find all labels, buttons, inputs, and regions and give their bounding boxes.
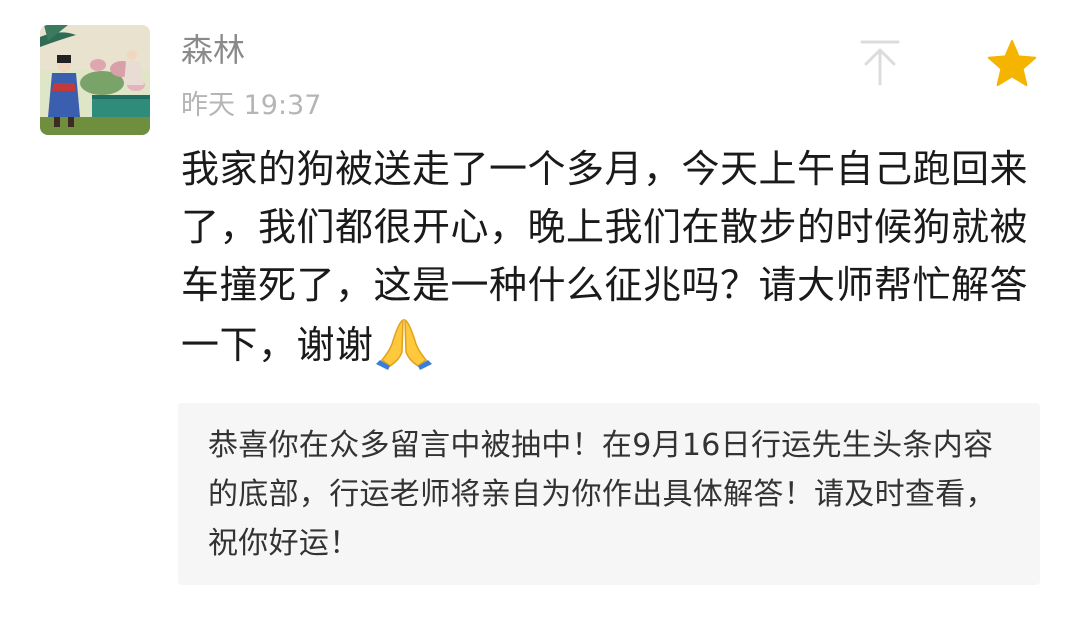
comment-body: 我家的狗被送走了一个多月，今天上午自己跑回来了，我们都很开心，晚上我们在散步的时… xyxy=(181,140,1061,374)
comment-text: 我家的狗被送走了一个多月，今天上午自己跑回来了，我们都很开心，晚上我们在散步的时… xyxy=(181,147,1029,367)
user-avatar[interactable] xyxy=(40,25,150,135)
author-reply-text: 恭喜你在众多留言中被抽中！在9月16日行运先生头条内容的底部，行运老师将亲自为你… xyxy=(208,428,996,561)
comment-author[interactable]: 森林 xyxy=(181,30,245,70)
star-icon[interactable] xyxy=(986,38,1038,90)
comment-timestamp: 昨天 19:37 xyxy=(181,90,322,121)
pin-to-top-icon[interactable] xyxy=(858,38,902,86)
author-reply-box: 恭喜你在众多留言中被抽中！在9月16日行运先生头条内容的底部，行运老师将亲自为你… xyxy=(178,403,1040,585)
painting-avatar-icon xyxy=(40,25,150,135)
folded-hands-emoji-icon xyxy=(375,314,432,370)
